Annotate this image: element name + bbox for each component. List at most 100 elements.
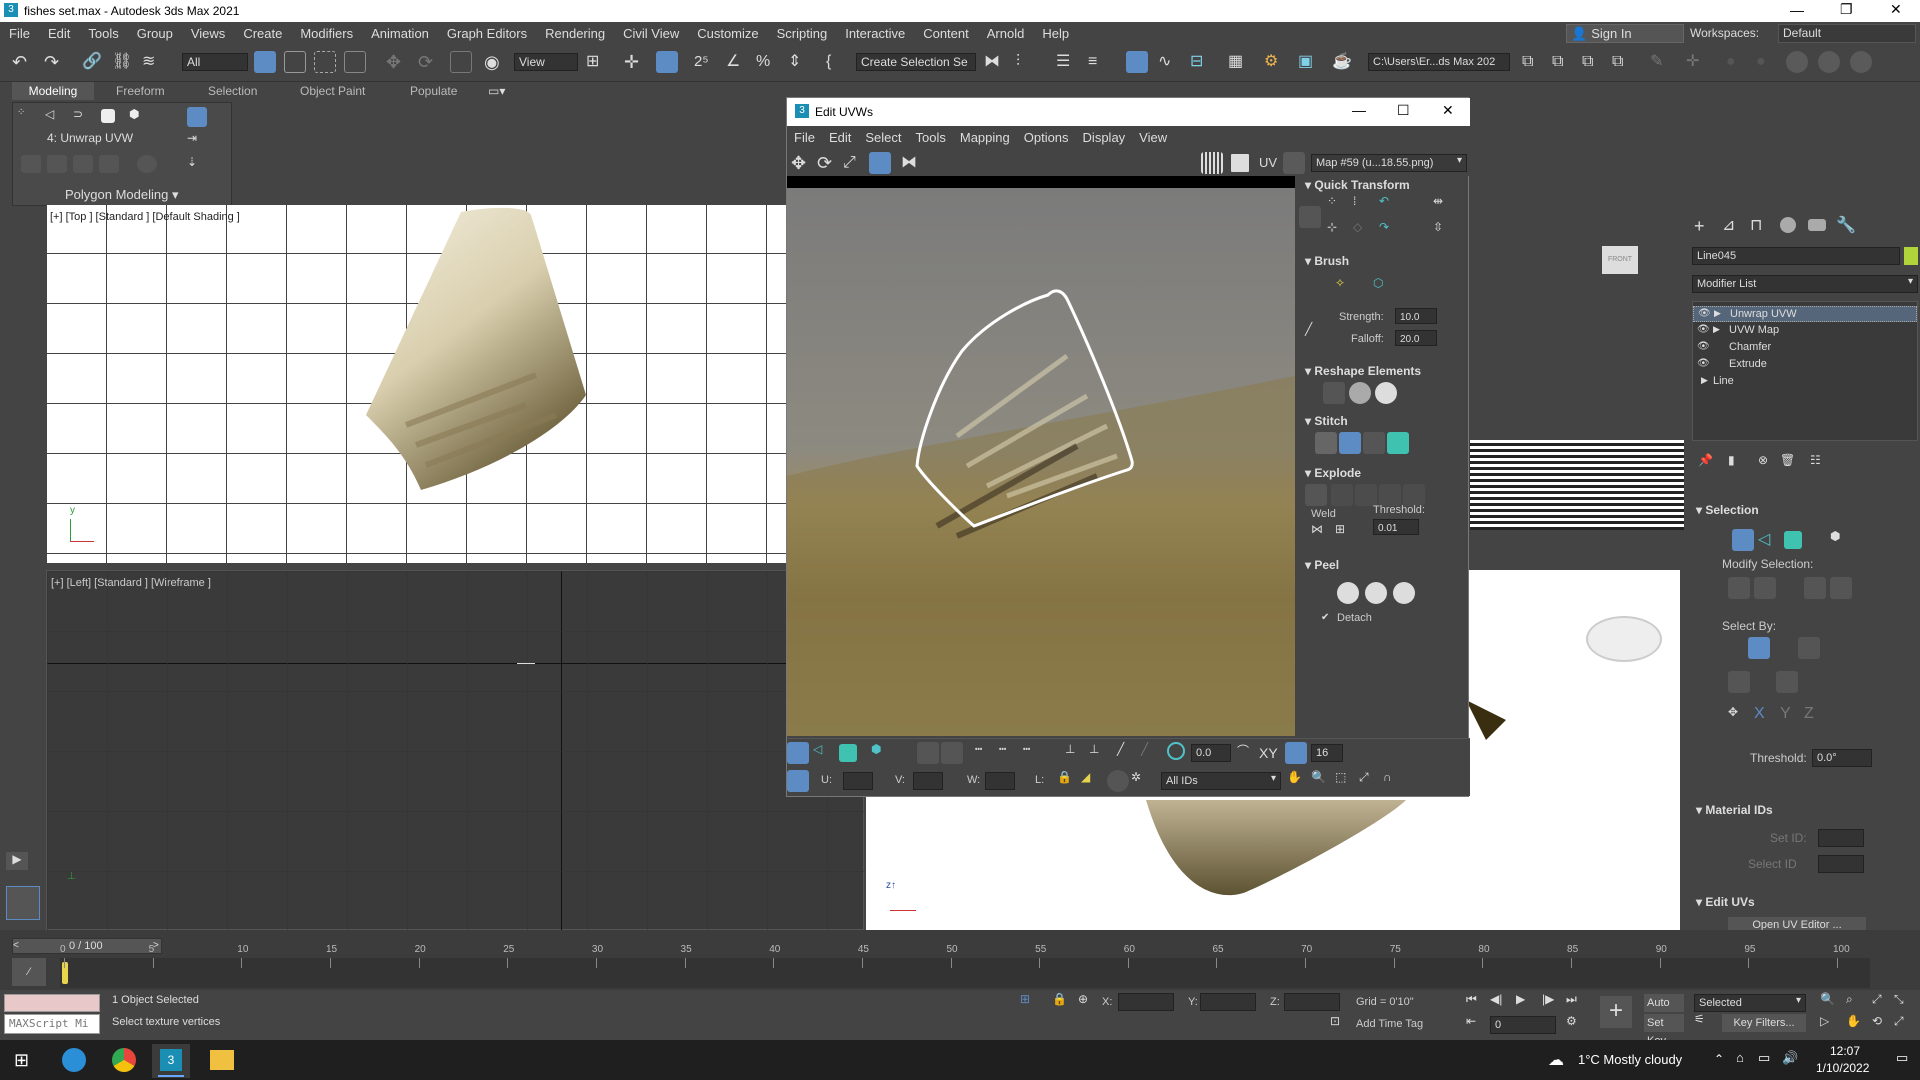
tab-object-paint[interactable]: Object Paint: [300, 82, 365, 100]
schematic-view-icon[interactable]: ⊟: [1190, 51, 1212, 73]
uvw-v-field[interactable]: [913, 772, 943, 790]
uvw-scale-icon[interactable]: ⤢: [843, 152, 865, 174]
uvw-menu-view[interactable]: View: [1132, 126, 1174, 150]
file-explorer-icon[interactable]: [210, 1050, 234, 1070]
uvw-snap-icon[interactable]: ∩: [1383, 770, 1405, 792]
set-id-spinner[interactable]: [1818, 829, 1864, 847]
peel-mode-icon[interactable]: [1365, 582, 1387, 604]
eye-icon[interactable]: 👁: [1697, 341, 1710, 352]
select-by-flip-icon[interactable]: [1798, 637, 1820, 659]
stack-item-extrude[interactable]: 👁 Extrude: [1693, 357, 1917, 373]
menu-modifiers[interactable]: Modifiers: [291, 22, 362, 45]
select-id-spinner[interactable]: [1818, 855, 1864, 873]
spinner-snap-icon[interactable]: ⇕: [788, 51, 810, 73]
select-id-button[interactable]: Select ID: [1748, 857, 1797, 871]
menu-civil-view[interactable]: Civil View: [614, 22, 688, 45]
weld-threshold-spinner[interactable]: 0.01: [1373, 519, 1419, 535]
sign-in-button[interactable]: 👤 Sign In: [1566, 24, 1684, 43]
uvw-paint-select-icon[interactable]: ⊥: [1065, 742, 1087, 764]
clock-time[interactable]: 12:07: [1830, 1044, 1860, 1058]
maxscript-mini-input[interactable]: MAXScript Mi: [4, 1014, 100, 1034]
render-sphere3-icon[interactable]: [1850, 51, 1872, 73]
previous-frame-icon[interactable]: ◀|: [1490, 992, 1512, 1014]
uvw-uv-label[interactable]: UV: [1259, 155, 1277, 170]
menu-help[interactable]: Help: [1033, 22, 1078, 45]
uvw-freeform-icon[interactable]: [869, 152, 891, 174]
window-crossing-icon[interactable]: [344, 51, 366, 73]
stitch-header[interactable]: ▾ Stitch: [1305, 414, 1348, 428]
align-h-space-icon[interactable]: ⇹: [1433, 194, 1455, 216]
align-v-space-icon[interactable]: ⇳: [1433, 220, 1455, 242]
ribbon-panel-pin-icon[interactable]: ⇣: [187, 155, 207, 175]
stack-item-uvw-map[interactable]: 👁 ▶ UVW Map: [1693, 323, 1917, 339]
reshape-elements-header[interactable]: ▾ Reshape Elements: [1305, 364, 1421, 378]
uvw-maximize-icon[interactable]: ☐: [1397, 102, 1410, 119]
next-frame-icon[interactable]: |▶: [1542, 992, 1564, 1014]
z-axis-icon[interactable]: Z: [1804, 705, 1826, 727]
stack-item-line[interactable]: ▶ Line: [1693, 374, 1917, 390]
ribbon-panel-toggle-icon[interactable]: [187, 107, 207, 127]
zoom-extents-icon[interactable]: ⤢: [1872, 992, 1894, 1014]
ribbon-tool-2-icon[interactable]: [47, 155, 67, 173]
object-name-field[interactable]: Line045: [1692, 247, 1900, 265]
viewcube-top-icon[interactable]: FRONT: [1590, 238, 1662, 284]
pan-icon[interactable]: ✋: [1846, 1014, 1868, 1036]
keyboard-shortcut-override-icon[interactable]: [656, 51, 678, 73]
layer-explorer-icon[interactable]: ☰: [1056, 51, 1078, 73]
uvw-menu-mapping[interactable]: Mapping: [953, 126, 1017, 150]
make-unique-icon[interactable]: ⊗: [1758, 453, 1780, 475]
ring-selection-icon[interactable]: [1830, 577, 1852, 599]
render-sphere2-icon[interactable]: [1818, 51, 1840, 73]
uvw-close-icon[interactable]: ✕: [1442, 102, 1454, 119]
stitch-average-icon[interactable]: [1363, 432, 1385, 454]
grow-selection-icon[interactable]: [1728, 577, 1750, 599]
bind-spacewarp-icon[interactable]: ≋: [142, 51, 164, 73]
chrome-icon[interactable]: [112, 1048, 136, 1072]
tab-modeling[interactable]: Modeling: [12, 82, 94, 100]
tab-selection[interactable]: Selection: [208, 82, 257, 100]
select-manipulate-icon[interactable]: ✛: [624, 51, 646, 73]
uvw-menu-edit[interactable]: Edit: [822, 126, 858, 150]
paint-move-icon[interactable]: ✧: [1335, 276, 1357, 298]
uvw-zoom-extents-icon[interactable]: ⤢: [1359, 770, 1381, 792]
ribbon-panel-arrow-icon[interactable]: ⇥: [187, 131, 207, 151]
project-folder-icon[interactable]: ⧉: [1522, 51, 1544, 73]
percent-snap-icon[interactable]: %: [756, 51, 778, 73]
explode-flatten-icon[interactable]: [1403, 484, 1425, 506]
ribbon-options-icon[interactable]: ▭▾: [488, 84, 505, 98]
container-icon[interactable]: ⧉: [1582, 51, 1604, 73]
render-dot2-icon[interactable]: ●: [1756, 51, 1778, 73]
clock-date[interactable]: 1/10/2022: [1816, 1061, 1869, 1075]
set-key-button[interactable]: Set Key: [1644, 1014, 1684, 1047]
edit-uvs-rollout-header[interactable]: ▾ Edit UVs: [1696, 895, 1755, 909]
polygon-modeling-dropdown[interactable]: Polygon Modeling ▾: [65, 187, 179, 203]
uvw-map-dropdown[interactable]: Map #59 (u...18.55.png) ▾: [1311, 154, 1467, 172]
viewport-left[interactable]: [+] [Left] [Standard ] [Wireframe ] ⊥: [46, 570, 865, 931]
curve-editor-icon[interactable]: ∿: [1158, 51, 1180, 73]
shrink-selection-icon[interactable]: [1754, 577, 1776, 599]
edge-mode-icon[interactable]: ◁: [45, 107, 67, 125]
scene-explorer-icon[interactable]: [1126, 51, 1148, 73]
uvw-vertex-mode-icon[interactable]: [787, 742, 809, 764]
menu-views[interactable]: Views: [182, 22, 234, 45]
menu-edit[interactable]: Edit: [39, 22, 79, 45]
weld-target-icon[interactable]: ⊞: [1335, 522, 1357, 544]
play-icon[interactable]: ▶: [1516, 992, 1538, 1014]
selection-filter-dropdown[interactable]: All: [182, 53, 248, 71]
uvw-curve-icon[interactable]: ⌒: [1237, 742, 1259, 764]
uvw-menu-tools[interactable]: Tools: [909, 126, 953, 150]
uvw-paint-grow-icon[interactable]: ⊥: [1089, 742, 1111, 764]
element-mode-icon[interactable]: ⬢: [129, 107, 151, 125]
weld-selected-icon[interactable]: ⋈: [1311, 522, 1333, 544]
stitch-source-icon[interactable]: [1339, 432, 1361, 454]
menu-tools[interactable]: Tools: [79, 22, 127, 45]
menu-arnold[interactable]: Arnold: [978, 22, 1034, 45]
uvw-zoom-icon[interactable]: 🔍: [1311, 770, 1333, 792]
menu-content[interactable]: Content: [914, 22, 978, 45]
close-icon[interactable]: ✕: [1890, 1, 1902, 18]
z-coordinate-field[interactable]: [1284, 993, 1340, 1011]
maximize-viewport-icon[interactable]: ⤢: [1894, 1014, 1916, 1036]
uvw-brush2-icon[interactable]: ╱: [1141, 742, 1163, 764]
uvw-grow-icon[interactable]: [917, 742, 939, 764]
uvw-ids-dropdown[interactable]: All IDs ▾: [1161, 772, 1281, 790]
